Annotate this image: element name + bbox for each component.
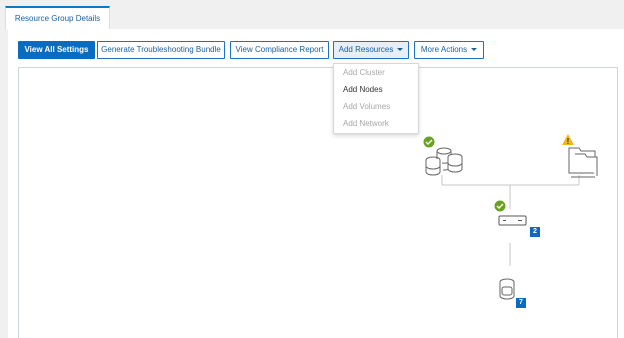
- menu-item-add-network: Add Network: [343, 119, 389, 128]
- network-folder-icon[interactable]: [568, 147, 598, 178]
- ok-status-icon: [423, 136, 435, 148]
- content-panel: View All Settings Generate Troubleshooti…: [8, 29, 624, 338]
- caret-down-icon: [397, 48, 404, 52]
- tab-resource-group-details[interactable]: Resource Group Details: [5, 6, 110, 30]
- topology-diagram: !: [423, 134, 598, 300]
- view-all-settings-button[interactable]: View All Settings: [18, 41, 95, 59]
- volume-icon[interactable]: [499, 278, 515, 300]
- volumes-count-badge: 7: [516, 298, 526, 308]
- menu-item-add-volumes: Add Volumes: [343, 102, 391, 111]
- view-compliance-report-button[interactable]: View Compliance Report: [230, 41, 329, 59]
- add-resources-menu: Add Cluster Add Nodes Add Volumes Add Ne…: [333, 63, 419, 134]
- more-actions-label: More Actions: [420, 45, 468, 54]
- generate-troubleshooting-bundle-button[interactable]: Generate Troubleshooting Bundle: [97, 41, 225, 59]
- more-actions-button[interactable]: More Actions: [414, 41, 484, 59]
- ok-status-icon: [494, 200, 506, 212]
- topology-canvas: ! 2 7: [18, 67, 618, 338]
- menu-item-add-cluster: Add Cluster: [343, 68, 385, 77]
- add-resources-label: Add Resources: [338, 45, 394, 54]
- warning-status-icon: !: [562, 134, 574, 146]
- svg-text:!: !: [567, 137, 570, 146]
- storage-cluster-icon[interactable]: [425, 147, 463, 176]
- caret-down-icon: [471, 48, 478, 52]
- add-resources-button[interactable]: Add Resources: [333, 41, 409, 59]
- tab-bar: Resource Group Details: [0, 0, 624, 30]
- server-node-icon[interactable]: [498, 215, 527, 226]
- nodes-count-badge: 2: [530, 227, 540, 237]
- menu-item-add-nodes[interactable]: Add Nodes: [343, 85, 383, 94]
